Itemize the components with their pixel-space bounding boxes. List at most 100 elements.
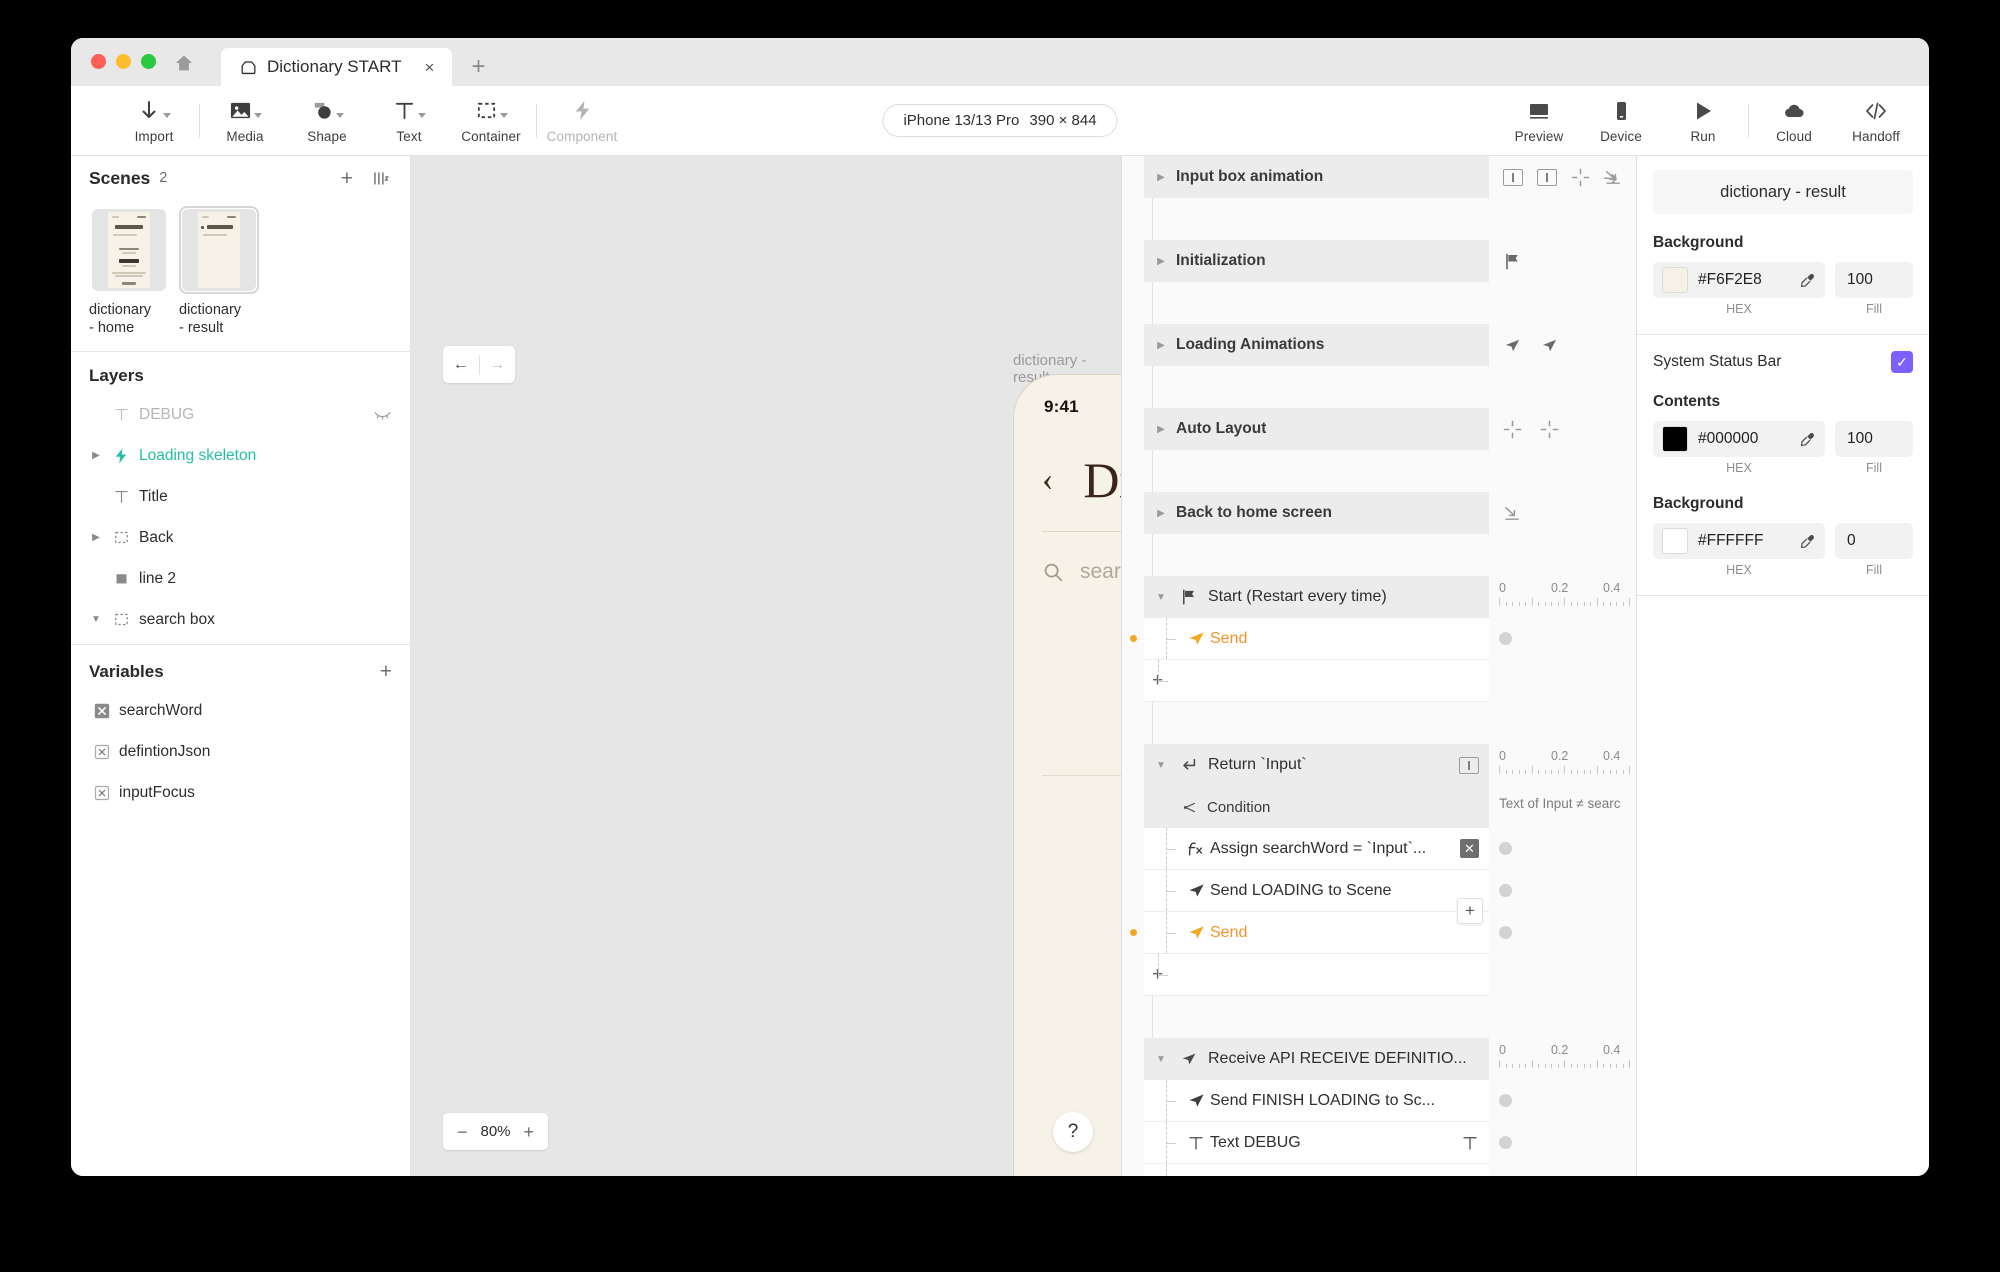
variable-item-defintionjson[interactable]: defintionJson xyxy=(71,731,410,772)
behavior-row-send-2[interactable]: Send xyxy=(1122,912,1636,954)
bracket-left-icon[interactable] xyxy=(1503,168,1523,186)
behavior-row-send-finish-loading[interactable]: Send FINISH LOADING to Sc... xyxy=(1122,1080,1636,1122)
layer-item-loading-skeleton[interactable]: ▶ Loading skeleton xyxy=(71,435,410,476)
flag-icon[interactable] xyxy=(1503,252,1522,271)
layer-item-debug[interactable]: DEBUG xyxy=(71,394,410,435)
crosshair-icon[interactable] xyxy=(1540,420,1559,439)
zoom-in-button[interactable]: + xyxy=(523,1123,534,1141)
tool-run[interactable]: Run xyxy=(1662,90,1744,152)
tool-component[interactable]: Component xyxy=(541,90,623,152)
behavior-add-action-start[interactable]: + xyxy=(1122,660,1636,702)
chevron-right-icon[interactable]: ▶ xyxy=(1152,508,1170,519)
variable-item-searchword[interactable]: searchWord xyxy=(71,690,410,731)
timeline-track[interactable] xyxy=(1489,870,1636,912)
tool-shape[interactable]: Shape xyxy=(286,90,368,152)
bracket-right-icon[interactable] xyxy=(1537,168,1557,186)
new-tab-button[interactable]: + xyxy=(452,48,504,86)
contents-bg-hex-field[interactable]: #FFFFFF xyxy=(1653,523,1825,559)
crosshair-icon[interactable] xyxy=(1503,420,1522,439)
variable-item-inputfocus[interactable]: inputFocus xyxy=(71,772,410,813)
text-t-icon[interactable] xyxy=(1461,1134,1479,1152)
eyedropper-icon[interactable] xyxy=(1799,431,1816,448)
keyframe-dot[interactable] xyxy=(1499,1094,1512,1107)
tool-media[interactable]: Media xyxy=(204,90,286,152)
system-status-bar-checkbox[interactable]: ✓ xyxy=(1891,351,1913,373)
zoom-out-button[interactable]: − xyxy=(457,1123,468,1141)
twisty[interactable]: ▶ xyxy=(85,450,107,461)
behavior-group-return-input[interactable]: ▼ Return `Input` 0 0.2 0.4 xyxy=(1122,744,1636,786)
background-hex-field[interactable]: #F6F2E8 xyxy=(1653,262,1825,298)
back-chevron-icon[interactable]: ‹ xyxy=(1042,463,1053,497)
keyframe-dot[interactable] xyxy=(1499,842,1512,855)
nav-back-button[interactable]: ← xyxy=(443,356,479,374)
timeline-track[interactable] xyxy=(1489,912,1636,954)
device-selector[interactable]: iPhone 13/13 Pro 390 × 844 xyxy=(882,104,1118,137)
chevron-down-icon[interactable]: ▼ xyxy=(1152,760,1170,771)
behavior-row-assign-searchword[interactable]: Assign searchWord = `Input`... ✕ xyxy=(1122,828,1636,870)
behavior-group-input-box-animation[interactable]: ▶ Input box animation xyxy=(1122,156,1636,198)
scene-item-dictionary-result[interactable]: dictionary - result xyxy=(179,206,259,337)
tool-container[interactable]: Container xyxy=(450,90,532,152)
minimize-window-button[interactable] xyxy=(116,54,131,69)
insert-action-button[interactable]: + xyxy=(1457,898,1483,924)
add-variable-button[interactable]: + xyxy=(380,661,392,682)
behavior-row-send-loading-to-scene[interactable]: Send LOADING to Scene + xyxy=(1122,870,1636,924)
help-button[interactable]: ? xyxy=(1053,1112,1093,1152)
eyedropper-icon[interactable] xyxy=(1799,272,1816,289)
behavior-add-action-return-input[interactable]: + xyxy=(1122,954,1636,996)
layer-item-line-2[interactable]: line 2 xyxy=(71,558,410,599)
timeline-ruler[interactable]: 0 0.2 0.4 xyxy=(1489,744,1636,786)
tool-device[interactable]: Device xyxy=(1580,90,1662,152)
behavior-list[interactable]: ▶ Input box animation ▶ Initialization ▶… xyxy=(1122,156,1636,1176)
system-status-bar-row[interactable]: System Status Bar ✓ xyxy=(1653,351,1913,373)
scenes-layout-icon[interactable] xyxy=(371,169,390,188)
canvas-area[interactable]: ← → dictionary - result 9:41 ‹ search − … xyxy=(411,156,1416,1176)
timeline-ruler[interactable]: 0 0.2 0.4 xyxy=(1489,1038,1636,1080)
eye-closed-icon[interactable] xyxy=(373,405,392,424)
arrow-down-right-icon[interactable] xyxy=(1503,504,1522,523)
twisty[interactable]: ▶ xyxy=(85,532,107,543)
tool-cloud[interactable]: Cloud xyxy=(1753,90,1835,152)
tool-text[interactable]: Text xyxy=(368,90,450,152)
tab-dictionary-start[interactable]: Dictionary START × xyxy=(221,48,453,86)
chevron-right-icon[interactable]: ▶ xyxy=(1152,172,1170,183)
layer-item-search-box[interactable]: ▼ search box xyxy=(71,599,410,640)
behavior-group-back-to-home-screen[interactable]: ▶ Back to home screen xyxy=(1122,492,1636,534)
keyframe-dot[interactable] xyxy=(1499,632,1512,645)
chevron-right-icon[interactable]: ▶ xyxy=(1152,256,1170,267)
tool-preview[interactable]: Preview xyxy=(1498,90,1580,152)
inspector-scene-name[interactable]: dictionary - result xyxy=(1653,170,1913,214)
behavior-group-initialization[interactable]: ▶ Initialization xyxy=(1122,240,1636,282)
bracket-icon[interactable] xyxy=(1459,756,1479,774)
timeline-track[interactable] xyxy=(1489,1122,1636,1164)
background-fill-field[interactable]: 100 xyxy=(1835,262,1913,298)
chevron-right-icon[interactable]: ▶ xyxy=(1152,340,1170,351)
close-icon[interactable]: × xyxy=(420,59,438,76)
color-swatch[interactable] xyxy=(1662,267,1688,293)
timeline-track[interactable] xyxy=(1489,1164,1636,1176)
tool-import[interactable]: Import xyxy=(113,90,195,152)
behavior-condition-row[interactable]: Condition Text of Input ≠ searc xyxy=(1122,786,1636,828)
contents-hex-field[interactable]: #000000 xyxy=(1653,421,1825,457)
color-swatch[interactable] xyxy=(1662,528,1688,554)
add-scene-button[interactable]: + xyxy=(341,168,353,189)
contents-bg-fill-field[interactable]: 0 xyxy=(1835,523,1913,559)
behavior-group-auto-layout[interactable]: ▶ Auto Layout xyxy=(1122,408,1636,450)
layer-item-title[interactable]: Title xyxy=(71,476,410,517)
crosshair-icon[interactable] xyxy=(1571,168,1590,187)
chevron-down-icon[interactable]: ▼ xyxy=(1152,592,1170,603)
scene-item-dictionary-home[interactable]: dictionary - home xyxy=(89,206,169,337)
maximize-window-button[interactable] xyxy=(141,54,156,69)
keyframe-dot[interactable] xyxy=(1499,884,1512,897)
contents-fill-field[interactable]: 100 xyxy=(1835,421,1913,457)
arrow-down-right-icon[interactable] xyxy=(1604,168,1623,187)
tool-handoff[interactable]: Handoff xyxy=(1835,90,1917,152)
behavior-group-receive-api[interactable]: ▼ Receive API RECEIVE DEFINITIO... 0 0.2… xyxy=(1122,1038,1636,1080)
chevron-right-icon[interactable]: ▶ xyxy=(1152,424,1170,435)
chevron-down-icon[interactable]: ▼ xyxy=(1152,1054,1170,1065)
layer-item-back[interactable]: ▶ Back xyxy=(71,517,410,558)
twisty[interactable]: ▼ xyxy=(85,614,107,625)
keyframe-dot[interactable] xyxy=(1499,926,1512,939)
close-window-button[interactable] xyxy=(91,54,106,69)
behavior-group-start[interactable]: ▼ Start (Restart every time) 0 0.2 0.4 xyxy=(1122,576,1636,618)
